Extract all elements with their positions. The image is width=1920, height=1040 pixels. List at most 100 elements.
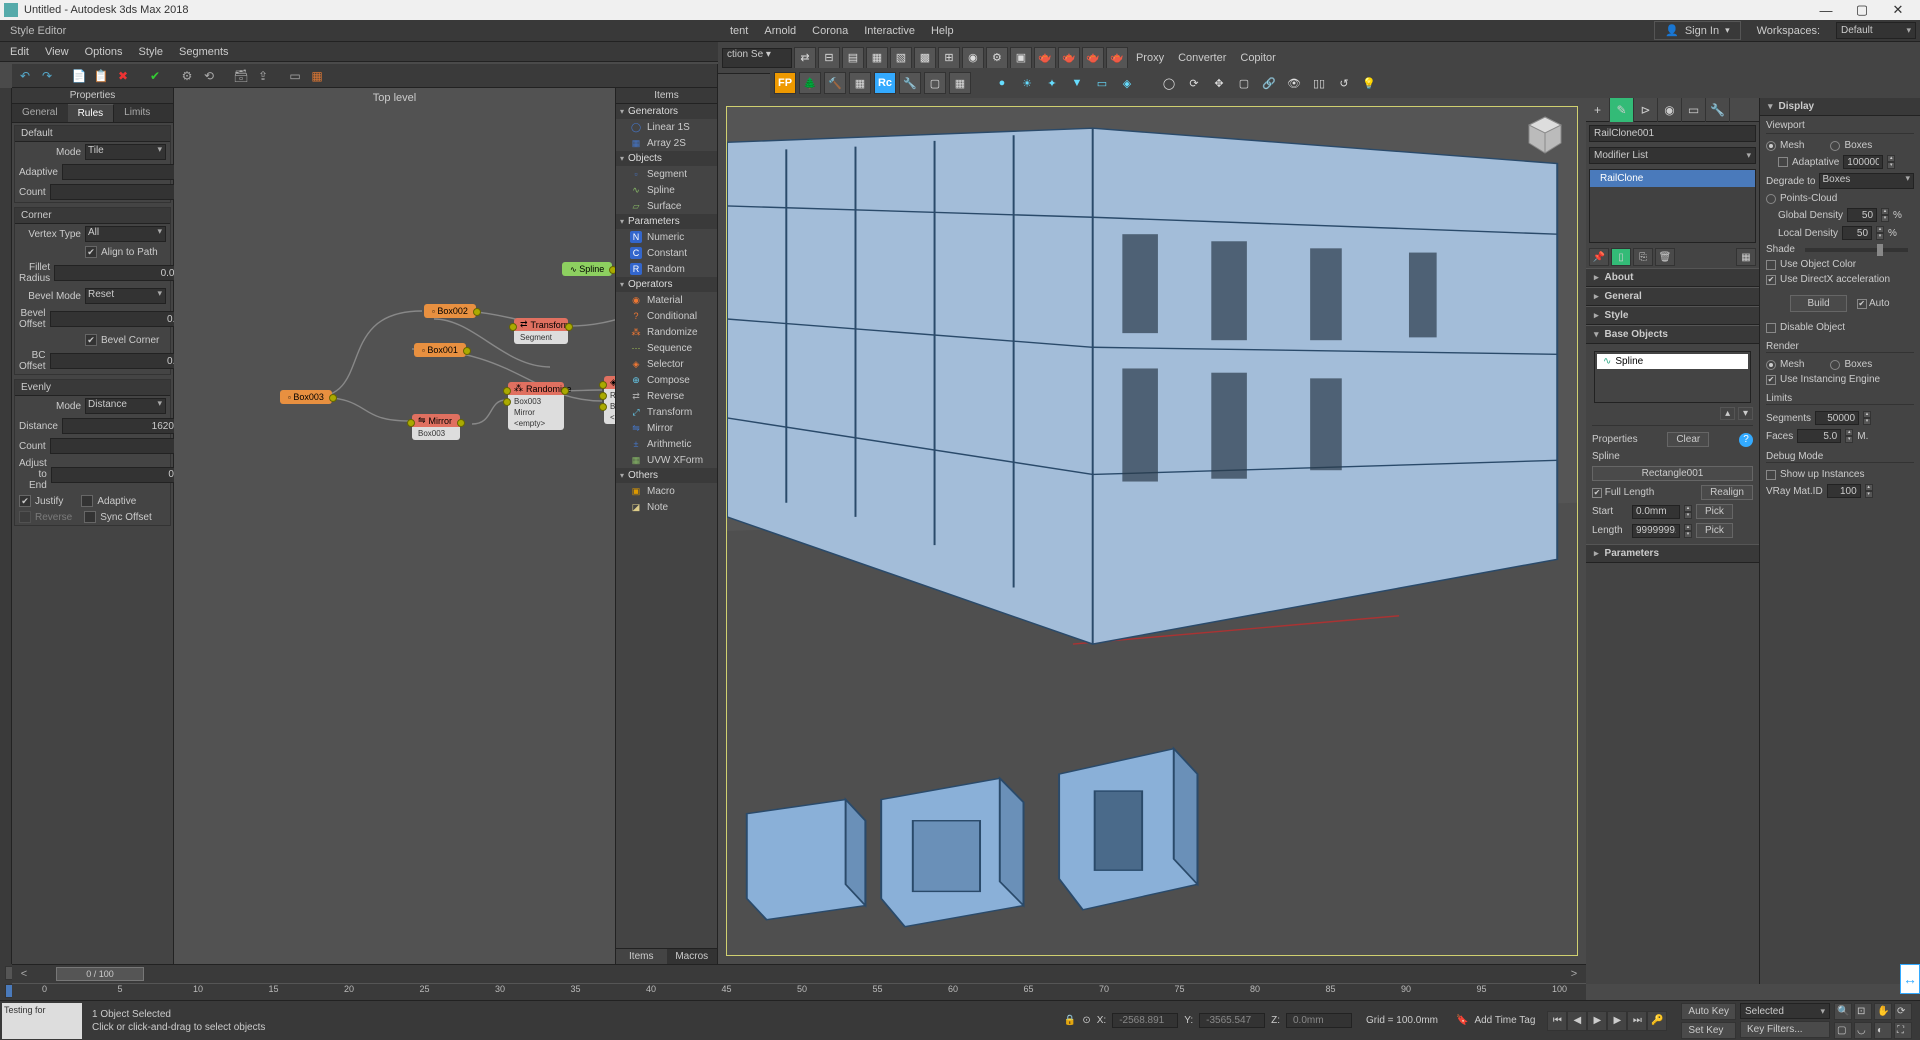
pick-start-button[interactable]: Pick — [1696, 504, 1733, 519]
converter-label[interactable]: Converter — [1172, 52, 1232, 64]
item-spline[interactable]: ∿Spline — [616, 182, 717, 198]
db-icon[interactable]: 🗃 — [232, 67, 250, 85]
local-density-input[interactable] — [1842, 226, 1872, 240]
full-length-check[interactable]: ✔ — [1592, 488, 1602, 498]
count-input[interactable] — [50, 184, 192, 200]
tab-limits[interactable]: Limits — [114, 104, 160, 122]
bevel-corner-check[interactable]: ✔ — [85, 334, 97, 346]
script-mini-listener[interactable]: Testing for — [2, 1003, 82, 1039]
disable-check[interactable] — [1766, 323, 1776, 333]
curve-editor-icon[interactable]: ▧ — [890, 47, 912, 69]
item-arithmetic[interactable]: ±Arithmetic — [616, 436, 717, 452]
time-ruler[interactable]: 0510152025303540455055606570758085909510… — [12, 983, 1586, 1001]
node-randomize[interactable]: ⁂Randomize Box003 Mirror <empty> — [508, 382, 564, 430]
item-transform[interactable]: ⤢Transform — [616, 404, 717, 420]
sun-icon[interactable]: ☀ — [1016, 72, 1038, 94]
x-coord[interactable]: -2568.891 — [1112, 1013, 1178, 1028]
sel-rect-icon[interactable]: ▢ — [1233, 72, 1255, 94]
align-to-path-check[interactable]: ✔ — [85, 246, 97, 258]
proxy-label[interactable]: Proxy — [1130, 52, 1170, 64]
points-cloud-radio[interactable] — [1766, 194, 1776, 204]
copies-icon[interactable]: ▯▯ — [1308, 72, 1330, 94]
use-obj-color-check[interactable] — [1766, 260, 1776, 270]
max-toggle-icon[interactable]: ⛶ — [1894, 1022, 1912, 1039]
mirror-icon[interactable]: ⇄ — [794, 47, 816, 69]
plane-icon[interactable]: ▭ — [1091, 72, 1113, 94]
align-icon[interactable]: ⊟ — [818, 47, 840, 69]
shade-slider[interactable] — [1805, 248, 1908, 252]
menu-options[interactable]: Options — [85, 46, 123, 58]
directx-check[interactable]: ✔ — [1766, 275, 1776, 285]
node-box003[interactable]: ▫ Box003 — [280, 390, 332, 404]
help-icon[interactable]: ? — [1739, 433, 1753, 447]
next-frame-icon[interactable]: ▶ — [1607, 1011, 1627, 1031]
menu-view[interactable]: View — [45, 46, 69, 58]
item-segment[interactable]: ▫Segment — [616, 166, 717, 182]
isolate-icon[interactable]: ⊙ — [1082, 1015, 1090, 1026]
item-compose[interactable]: ⊕Compose — [616, 372, 717, 388]
mesh-radio[interactable] — [1766, 141, 1776, 151]
render-frame-icon[interactable]: ▣ — [1010, 47, 1032, 69]
item-reverse[interactable]: ⇄Reverse — [616, 388, 717, 404]
teapot4-icon[interactable]: 🫖 — [1106, 47, 1128, 69]
rollout-about[interactable]: About — [1586, 268, 1759, 287]
gear-icon[interactable]: ⚙ — [178, 67, 196, 85]
adaptative-input[interactable] — [1843, 155, 1883, 169]
cat-operators[interactable]: Operators — [616, 277, 717, 292]
zoom-all-icon[interactable]: ⊡ — [1854, 1003, 1872, 1020]
sync-offset-check[interactable] — [84, 511, 96, 523]
bevel-mode-select[interactable]: Reset — [85, 288, 166, 304]
set-key-button[interactable]: Set Key — [1681, 1022, 1736, 1039]
sign-in-button[interactable]: 👤 Sign In ▾ — [1654, 21, 1740, 40]
wrench-icon[interactable]: 🔧 — [899, 72, 921, 94]
goto-start-icon[interactable]: ⏮ — [1547, 1011, 1567, 1031]
layers-icon[interactable]: ▤ — [842, 47, 864, 69]
node-spline[interactable]: ∿ Spline — [562, 262, 612, 276]
mode-select[interactable]: Tile — [85, 144, 166, 160]
minimize-button[interactable]: — — [1808, 0, 1844, 20]
z-coord[interactable]: 0.0mm — [1286, 1013, 1352, 1028]
node-box001[interactable]: ▫ Box001 — [414, 343, 466, 357]
spot-icon[interactable]: ▼ — [1066, 72, 1088, 94]
show-instances-check[interactable] — [1766, 470, 1776, 480]
list-up-icon[interactable]: ▴ — [1720, 407, 1735, 420]
rollout-parameters[interactable]: Parameters — [1586, 544, 1759, 563]
layer-explorer-icon[interactable]: ▦ — [866, 47, 888, 69]
zoom-icon[interactable]: 🔍 — [1834, 1003, 1852, 1020]
rollout-general[interactable]: General — [1586, 287, 1759, 306]
undo-icon[interactable]: ↶ — [16, 67, 34, 85]
item-constant[interactable]: CConstant — [616, 245, 717, 261]
adaptative-check[interactable] — [1778, 157, 1788, 167]
bc-offset-input[interactable] — [50, 353, 192, 369]
item-note[interactable]: ◪Note — [616, 499, 717, 515]
refresh-icon[interactable]: ⟲ — [200, 67, 218, 85]
build-button[interactable]: Build — [1790, 295, 1846, 312]
dope-sheet-icon[interactable]: ▩ — [914, 47, 936, 69]
play-icon[interactable]: ▶ — [1587, 1011, 1607, 1031]
redo-icon[interactable]: ↷ — [38, 67, 56, 85]
key-filters-button[interactable]: Key Filters... — [1740, 1021, 1830, 1038]
circle-icon[interactable]: ◯ — [1158, 72, 1180, 94]
menu-segments[interactable]: Segments — [179, 46, 229, 58]
menu-help[interactable]: Help — [923, 23, 962, 39]
orbit-icon[interactable]: ⟳ — [1894, 1003, 1912, 1020]
make-unique-icon[interactable]: ⎘ — [1633, 248, 1653, 266]
tab-hierarchy-icon[interactable]: ⊳ — [1634, 98, 1658, 122]
list-item-spline[interactable]: ∿Spline — [1597, 354, 1748, 369]
start-input[interactable] — [1632, 505, 1680, 519]
adjust-end-input[interactable] — [51, 467, 193, 483]
evenly-mode-select[interactable]: Distance — [85, 398, 166, 414]
cat-generators[interactable]: Generators — [616, 104, 717, 119]
auto-key-button[interactable]: Auto Key — [1681, 1003, 1736, 1020]
move-icon[interactable]: ✥ — [1208, 72, 1230, 94]
vray-matid-input[interactable] — [1827, 484, 1861, 498]
item-numeric[interactable]: NNumeric — [616, 229, 717, 245]
copy-icon[interactable]: 📄 — [70, 67, 88, 85]
key-mode-icon[interactable]: 🔑 — [1647, 1011, 1667, 1031]
adaptive-check[interactable] — [81, 495, 93, 507]
item-mirror[interactable]: ⇋Mirror — [616, 420, 717, 436]
cat-parameters[interactable]: Parameters — [616, 214, 717, 229]
preview-icon[interactable]: ▭ — [286, 67, 304, 85]
auto-check[interactable]: ✔ — [1857, 299, 1867, 309]
teapot-icon[interactable]: 🫖 — [1034, 47, 1056, 69]
